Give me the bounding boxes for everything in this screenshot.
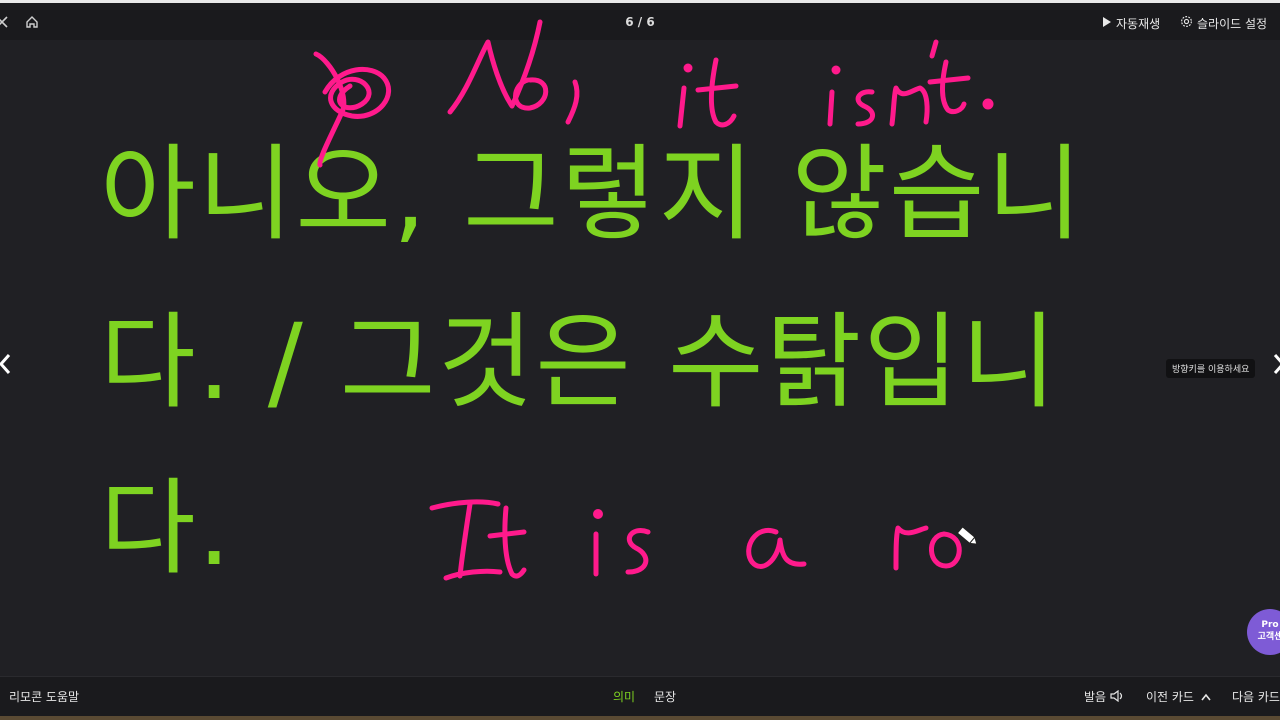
next-slide-button[interactable]	[1270, 350, 1280, 378]
prev-card-label: 이전 카드	[1146, 690, 1194, 704]
chevron-left-icon	[0, 354, 11, 374]
arrow-key-tooltip: 방향키를 이용하세요	[1166, 359, 1256, 378]
handwriting-bottom	[429, 499, 962, 581]
bottom-bar: 리모콘 도움말 의미 문장 발음 이전 카드 다음 카드	[0, 676, 1280, 716]
remote-help-link[interactable]: 리모콘 도움말	[9, 688, 79, 705]
tab-meaning[interactable]: 의미	[613, 688, 635, 705]
pronounce-button[interactable]: 발음	[1084, 688, 1124, 705]
pro-bubble-line2: 고객센	[1257, 632, 1280, 642]
handwriting-top	[313, 19, 994, 168]
speaker-icon	[1110, 689, 1123, 703]
prev-card-button[interactable]: 이전 카드	[1146, 688, 1211, 705]
pro-bubble-line1: Pro	[1261, 620, 1279, 630]
handwriting-layer	[313, 19, 994, 581]
tab-sentence[interactable]: 문장	[654, 688, 676, 705]
pronounce-label: 발음	[1084, 690, 1107, 704]
taskbar-strip	[0, 716, 1280, 720]
chevron-right-icon	[1273, 354, 1280, 374]
next-card-button[interactable]: 다음 카드	[1232, 688, 1280, 705]
prev-slide-button[interactable]	[0, 350, 14, 378]
chevron-up-icon	[1201, 693, 1211, 701]
